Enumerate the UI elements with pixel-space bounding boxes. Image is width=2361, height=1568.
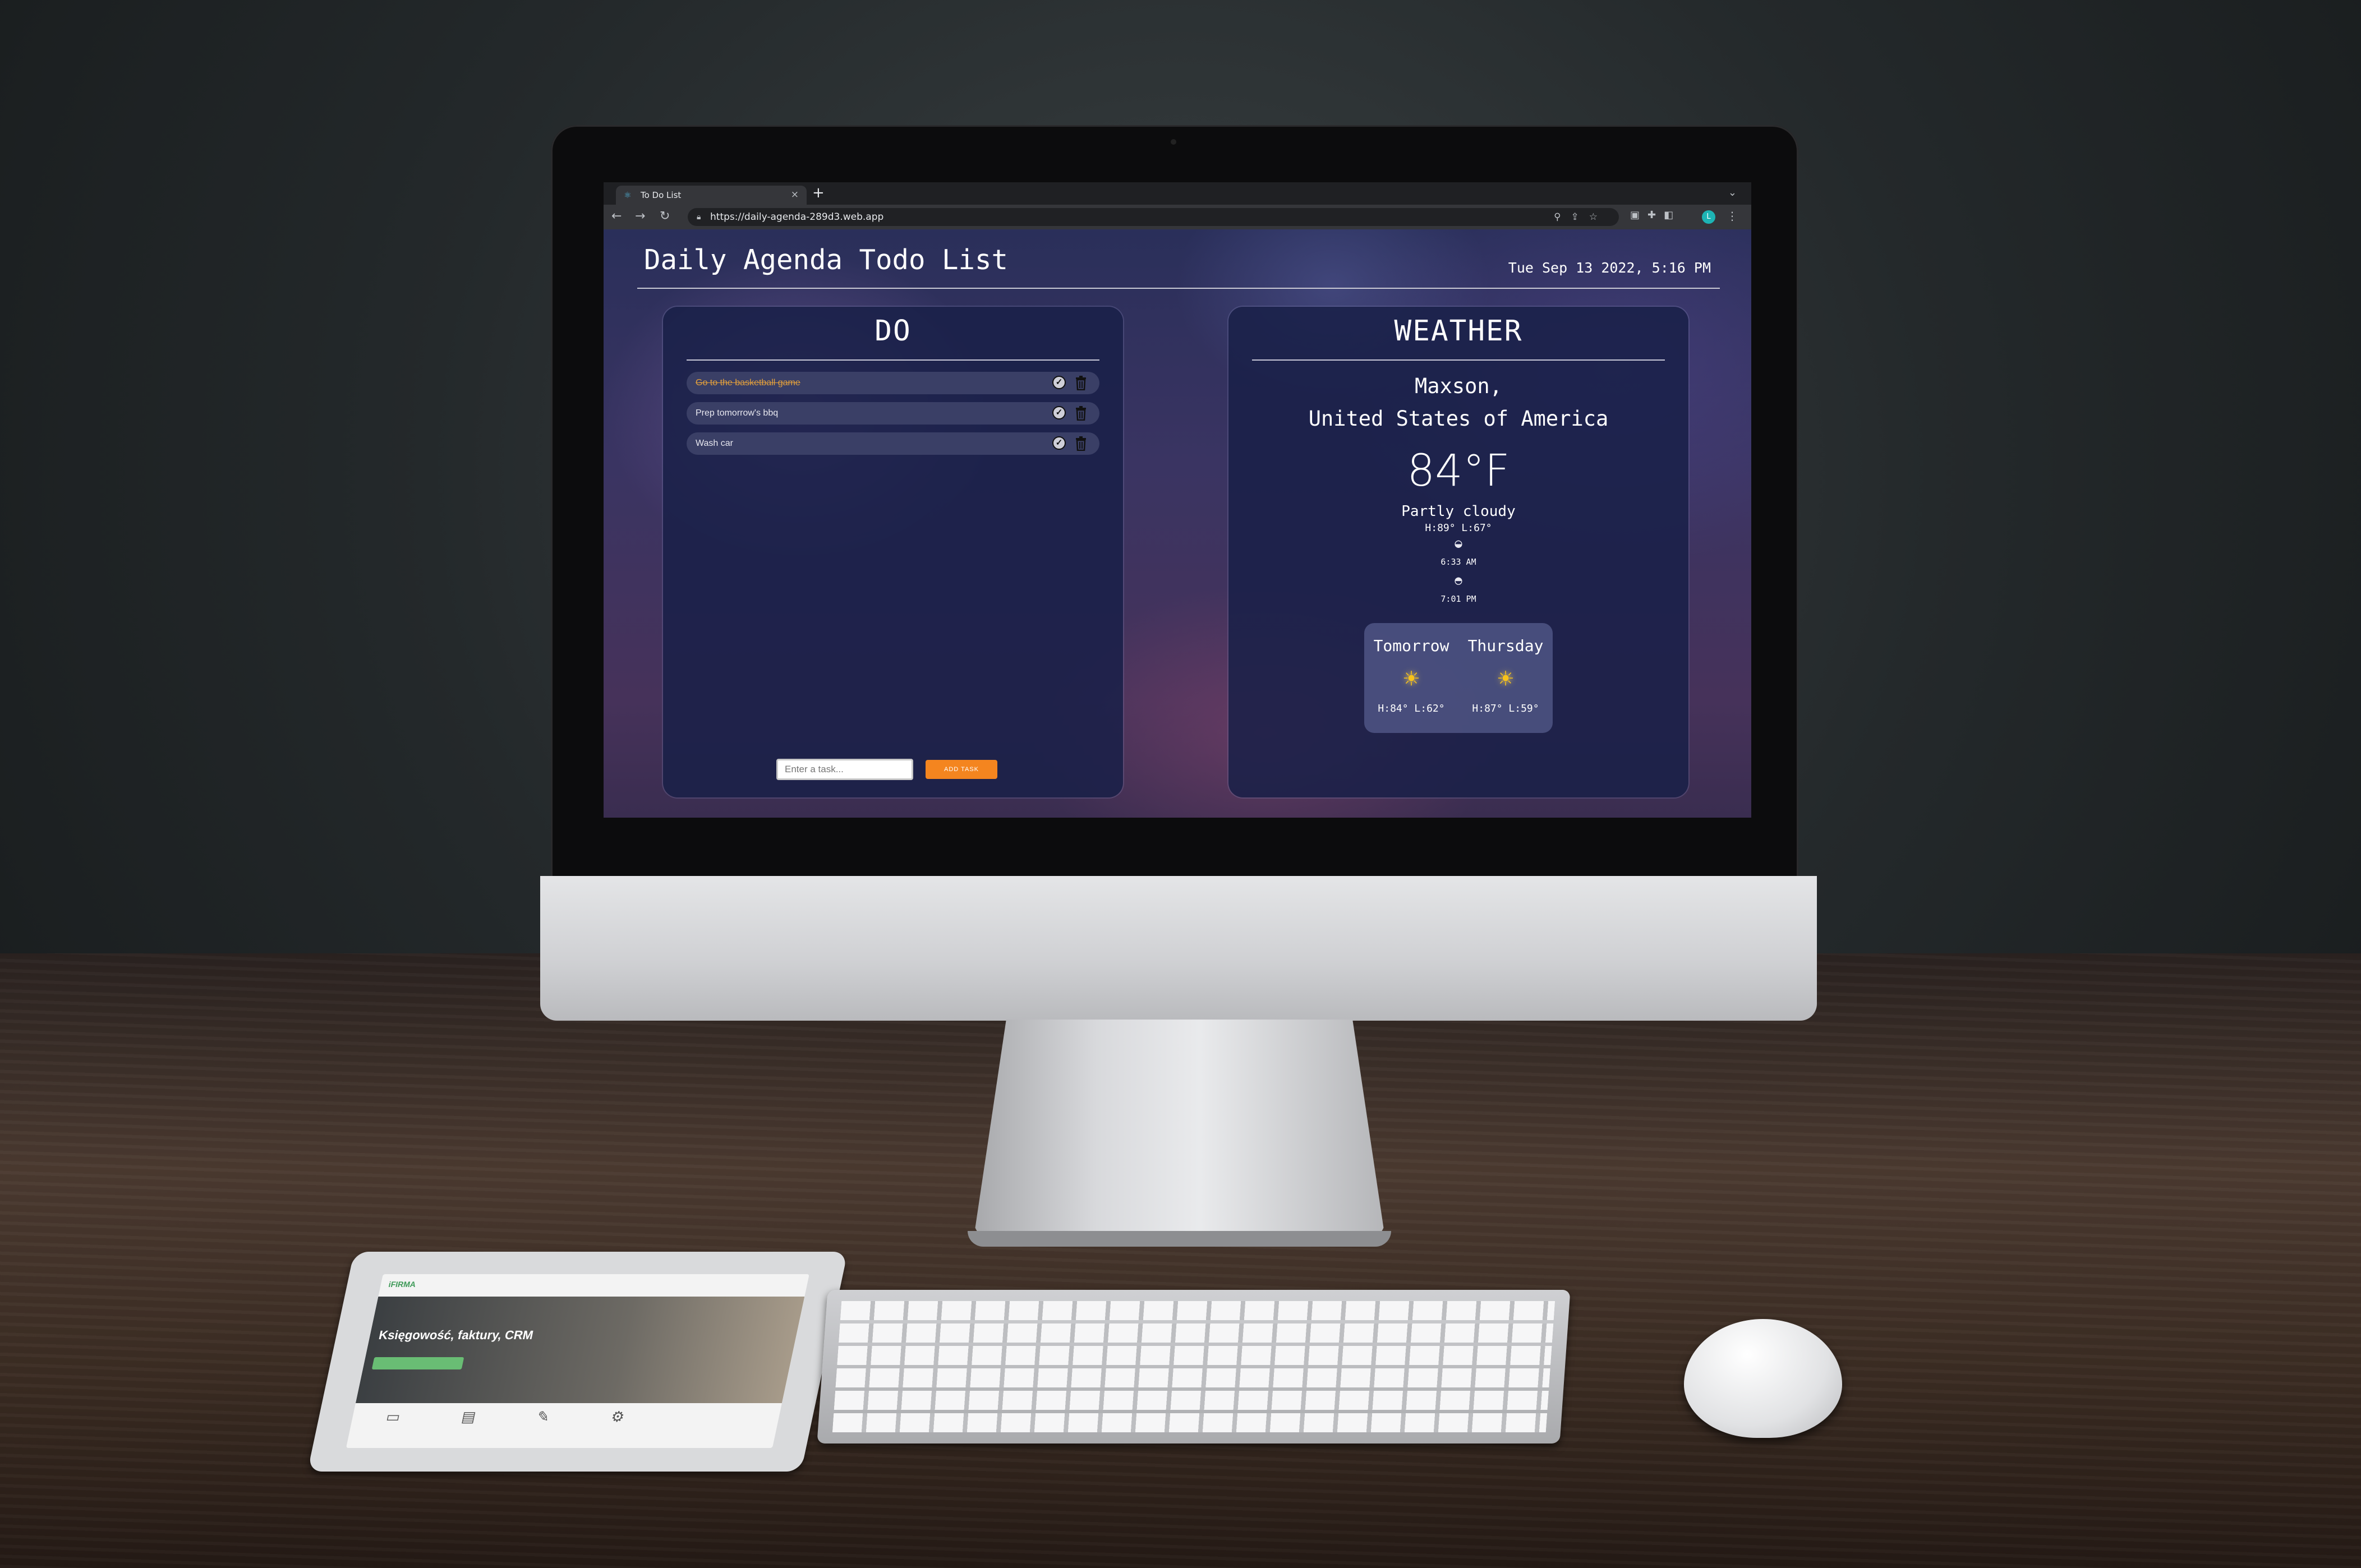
url-text[interactable]: https://daily-agenda-289d3.web.app (710, 208, 883, 226)
tab-title: To Do List (641, 190, 682, 200)
forecast-day: Tomorrow (1373, 637, 1449, 655)
weather-city: Maxson, (1415, 374, 1502, 398)
header-divider (637, 288, 1720, 289)
forecast-high-low: H:84° L:62° (1378, 703, 1445, 714)
add-task-button[interactable]: ADD TASK (926, 760, 997, 779)
task-item[interactable]: Wash car ✓ (687, 432, 1099, 455)
weather-panel: WEATHER Maxson, United States of America… (1228, 307, 1688, 797)
browser-window: ⚛ To Do List × + ⌄ ← → ↻ 🔒︎ https://dail… (604, 182, 1751, 818)
check-icon[interactable]: ✓ (1052, 406, 1066, 419)
trash-icon[interactable] (1075, 406, 1087, 421)
reload-icon[interactable]: ↻ (660, 209, 670, 223)
weather-heading: WEATHER (1394, 315, 1523, 348)
lock-icon: 🔒︎ (697, 213, 701, 222)
forecast-day: Thursday (1467, 637, 1544, 655)
task-item[interactable]: Prep tomorrow's bbq ✓ (687, 402, 1099, 425)
sun-icon: ☀ (1403, 663, 1419, 694)
react-icon: ⚛ (624, 190, 632, 200)
high-low: H:89° L:67° (1425, 522, 1492, 534)
current-datetime: Tue Sep 13 2022, 5:16 PM (1508, 260, 1711, 276)
forecast-card: Tomorrow ☀ H:84° L:62° Thursday ☀ H:87° … (1364, 623, 1553, 733)
current-temperature: 84°F (1407, 446, 1510, 496)
new-tab-button[interactable]: + (812, 185, 825, 201)
tablet-cta-button (371, 1357, 464, 1369)
tablet-feature-icons: ▭▤✎⚙ (384, 1409, 688, 1426)
tablet-logo: iFIRMA (388, 1280, 417, 1289)
sunset-icon: ◓ (1455, 574, 1462, 588)
camera (1171, 139, 1176, 145)
todo-divider (687, 359, 1099, 361)
back-icon[interactable]: ← (611, 209, 622, 223)
weather-divider (1252, 359, 1665, 361)
task-text: Prep tomorrow's bbq (696, 408, 779, 418)
trash-icon[interactable] (1075, 436, 1087, 451)
todo-heading: DO (875, 315, 912, 348)
close-icon[interactable]: × (791, 189, 799, 200)
extension-icons[interactable]: ▣✚◧ (1630, 209, 1681, 221)
weather-condition: Partly cloudy (1401, 503, 1516, 520)
browser-tab[interactable]: ⚛ To Do List × (616, 186, 807, 205)
monitor-stand-foot (968, 1231, 1391, 1247)
tablet: iFIRMA Księgowość, faktury, CRM ▭▤✎⚙ (307, 1252, 848, 1472)
monitor-stand (973, 1020, 1386, 1241)
chevron-down-icon[interactable]: ⌄ (1728, 187, 1737, 199)
task-text: Wash car (696, 439, 733, 448)
keyboard (817, 1290, 1571, 1444)
weather-country: United States of America (1308, 407, 1609, 431)
page-title: Daily Agenda Todo List (644, 244, 1009, 276)
trash-icon[interactable] (1075, 376, 1087, 390)
monitor-chin (540, 876, 1817, 1021)
keyboard-keys (832, 1301, 1555, 1432)
address-bar[interactable]: 🔒︎ https://daily-agenda-289d3.web.app ⚲⇪… (688, 208, 1619, 226)
tablet-hero: Księgowość, faktury, CRM (355, 1297, 805, 1403)
tab-bar: ⚛ To Do List × + ⌄ (604, 182, 1751, 205)
task-text: Go to the basketball game (696, 378, 800, 388)
forward-icon[interactable]: → (635, 209, 645, 223)
check-icon[interactable]: ✓ (1052, 436, 1066, 450)
task-input[interactable] (776, 759, 913, 780)
sunrise-icon: ◒ (1455, 537, 1462, 551)
check-icon[interactable]: ✓ (1052, 376, 1066, 389)
app-page: Daily Agenda Todo List Tue Sep 13 2022, … (604, 229, 1751, 818)
sunset-time: 7:01 PM (1440, 594, 1476, 604)
sun-icon: ☀ (1498, 663, 1513, 694)
menu-icon[interactable]: ⋮ (1727, 209, 1738, 223)
task-item[interactable]: Go to the basketball game ✓ (687, 372, 1099, 394)
forecast-high-low: H:87° L:59° (1472, 703, 1539, 714)
browser-toolbar: ← → ↻ 🔒︎ https://daily-agenda-289d3.web.… (604, 205, 1751, 229)
address-bar-icons[interactable]: ⚲⇪☆ (1554, 208, 1608, 226)
tablet-headline: Księgowość, faktury, CRM (378, 1328, 535, 1342)
profile-avatar[interactable]: L (1702, 210, 1715, 224)
sunrise-time: 6:33 AM (1440, 557, 1476, 567)
todo-panel: DO Go to the basketball game ✓ Prep tomo… (663, 307, 1123, 797)
tablet-screen: iFIRMA Księgowość, faktury, CRM ▭▤✎⚙ (346, 1274, 809, 1448)
